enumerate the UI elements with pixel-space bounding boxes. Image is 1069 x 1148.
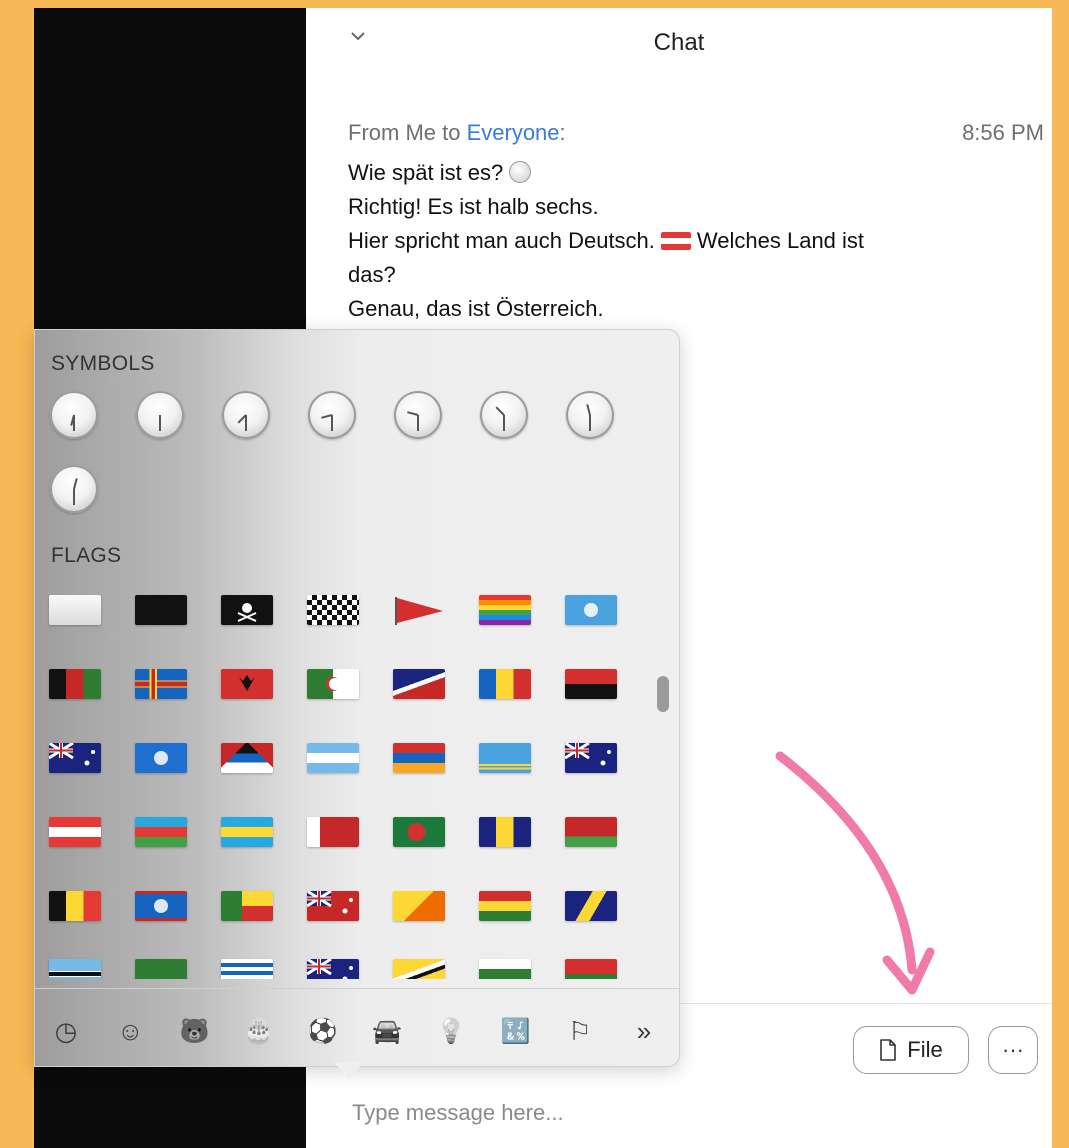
botswana-flag-icon[interactable]: [47, 955, 103, 979]
burkina-faso-flag-icon[interactable]: [563, 955, 619, 979]
american-samoa-flag-icon[interactable]: [391, 659, 447, 709]
white-flag-flag-icon[interactable]: [47, 585, 103, 635]
animals-icon[interactable]: 🐻: [173, 1010, 215, 1052]
emoji-picker: SYMBOLS FLAGS ◷ ☺ 🐻 🎂 ⚽ 🚘 💡 🔣 ⚐ »: [34, 329, 680, 1067]
aland-islands-flag-icon[interactable]: [133, 659, 189, 709]
clock-half-past-ten-icon[interactable]: [393, 390, 443, 440]
anguilla-flag-icon[interactable]: [47, 733, 103, 783]
belgium-flag-icon[interactable]: [47, 881, 103, 931]
black-flag-flag-icon[interactable]: [133, 585, 189, 635]
symbols-section-label: SYMBOLS: [51, 352, 155, 375]
food-icon[interactable]: 🎂: [238, 1010, 280, 1052]
picker-pointer: [334, 1062, 364, 1080]
angola-flag-icon[interactable]: [563, 659, 619, 709]
armenia-flag-icon[interactable]: [391, 733, 447, 783]
rainbow-flag-flag-icon[interactable]: [477, 585, 533, 635]
aruba-flag-icon[interactable]: [477, 733, 533, 783]
british-indian-ocean-flag-icon[interactable]: [219, 955, 275, 979]
antigua-barbuda-flag-icon[interactable]: [219, 733, 275, 783]
scrollbar-thumb[interactable]: [657, 676, 669, 712]
flags-section-label: FLAGS: [51, 544, 122, 567]
algeria-flag-icon[interactable]: [305, 659, 361, 709]
clock-half-past-five-icon[interactable]: [49, 464, 99, 514]
british-virgin-islands-flag-icon[interactable]: [305, 955, 361, 979]
flags-category-icon[interactable]: ⚐: [559, 1010, 601, 1052]
category-divider: [35, 988, 679, 989]
smileys-icon[interactable]: ☺: [109, 1010, 151, 1052]
argentina-flag-icon[interactable]: [305, 733, 361, 783]
andorra-flag-icon[interactable]: [477, 659, 533, 709]
clock-half-past-seven-icon[interactable]: [135, 390, 185, 440]
austria-flag-icon[interactable]: [47, 807, 103, 857]
afghanistan-flag-icon[interactable]: [47, 659, 103, 709]
belarus-flag-icon[interactable]: [563, 807, 619, 857]
bulgaria-flag-icon[interactable]: [477, 955, 533, 979]
triangular-flag-flag-icon[interactable]: [391, 585, 447, 635]
more-categories-icon[interactable]: »: [623, 1010, 665, 1052]
category-bar: ◷ ☺ 🐻 🎂 ⚽ 🚘 💡 🔣 ⚐ »: [45, 1006, 665, 1056]
clock-half-past-six-icon[interactable]: [49, 390, 99, 440]
travel-icon[interactable]: 🚘: [366, 1010, 408, 1052]
albania-flag-icon[interactable]: [219, 659, 275, 709]
belize-flag-icon[interactable]: [133, 881, 189, 931]
clock-half-past-twelve-icon[interactable]: [565, 390, 615, 440]
symbols-category-icon[interactable]: 🔣: [495, 1010, 537, 1052]
bolivia-flag-icon[interactable]: [477, 881, 533, 931]
recent-icon[interactable]: ◷: [45, 1010, 87, 1052]
bermuda-flag-icon[interactable]: [305, 881, 361, 931]
barbados-flag-icon[interactable]: [477, 807, 533, 857]
australia-flag-icon[interactable]: [563, 733, 619, 783]
bahrain-flag-icon[interactable]: [305, 807, 361, 857]
united-nations-flag-icon[interactable]: [563, 585, 619, 635]
clock-half-past-eleven-icon[interactable]: [479, 390, 529, 440]
brunei-flag-icon[interactable]: [391, 955, 447, 979]
brazil-flag-icon[interactable]: [133, 955, 189, 979]
benin-flag-icon[interactable]: [219, 881, 275, 931]
bhutan-flag-icon[interactable]: [391, 881, 447, 931]
bangladesh-flag-icon[interactable]: [391, 807, 447, 857]
azerbaijan-flag-icon[interactable]: [133, 807, 189, 857]
chequered-flag-flag-icon[interactable]: [305, 585, 361, 635]
pirate-flag-flag-icon[interactable]: [219, 585, 275, 635]
clock-half-past-eight-icon[interactable]: [221, 390, 271, 440]
antarctica-flag-icon[interactable]: [133, 733, 189, 783]
bahamas-flag-icon[interactable]: [219, 807, 275, 857]
activity-icon[interactable]: ⚽: [302, 1010, 344, 1052]
clock-half-past-nine-icon[interactable]: [307, 390, 357, 440]
bosnia-flag-icon[interactable]: [563, 881, 619, 931]
objects-icon[interactable]: 💡: [430, 1010, 472, 1052]
